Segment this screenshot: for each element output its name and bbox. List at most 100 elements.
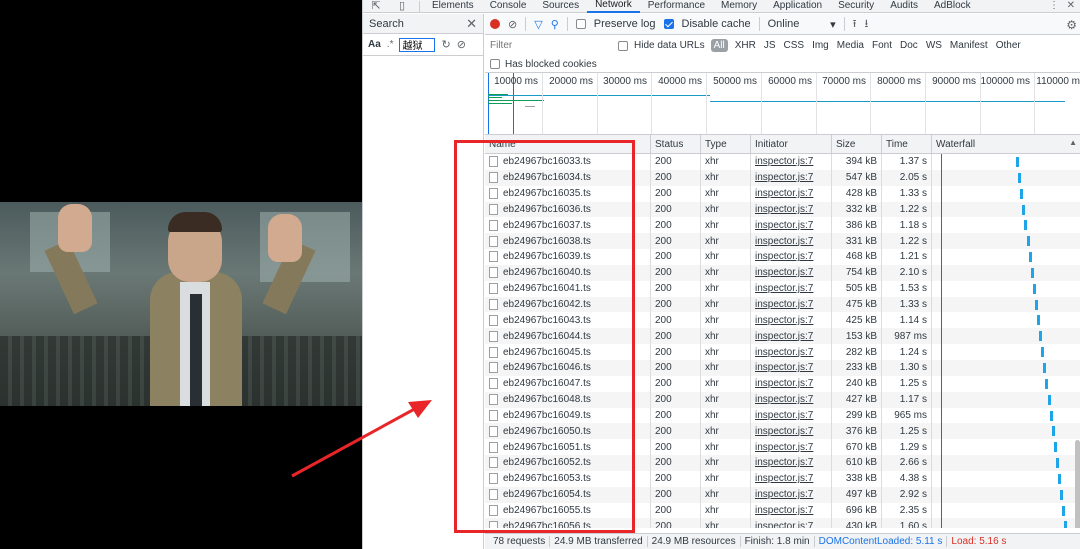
tab-sources[interactable]: Sources [534, 0, 587, 12]
initiator-link[interactable]: inspector.js:7 [755, 188, 813, 199]
blocked-cookies-checkbox[interactable] [490, 59, 500, 69]
initiator-link[interactable]: inspector.js:7 [755, 442, 813, 453]
table-row[interactable]: eb24967bc16047.ts 200 xhr inspector.js:7 240… [485, 375, 1080, 392]
tab-adblock[interactable]: AdBlock [926, 0, 979, 12]
initiator-link[interactable]: inspector.js:7 [755, 394, 813, 405]
initiator-link[interactable]: inspector.js:7 [755, 331, 813, 342]
video-player[interactable] [0, 0, 362, 549]
table-row[interactable]: eb24967bc16054.ts 200 xhr inspector.js:7 497… [485, 486, 1080, 503]
filter-input[interactable] [490, 38, 612, 53]
initiator-link[interactable]: inspector.js:7 [755, 220, 813, 231]
hide-data-urls-checkbox[interactable] [618, 40, 628, 51]
regex-toggle[interactable]: .* [387, 39, 394, 50]
table-row[interactable]: eb24967bc16051.ts 200 xhr inspector.js:7 670… [485, 439, 1080, 456]
filter-icon[interactable]: ▽ [534, 18, 542, 31]
inspect-element-icon[interactable]: ⇱ [363, 0, 389, 12]
tab-elements[interactable]: Elements [424, 0, 482, 12]
table-row[interactable]: eb24967bc16034.ts 200 xhr inspector.js:7 547… [485, 169, 1080, 186]
table-row[interactable]: eb24967bc16046.ts 200 xhr inspector.js:7 233… [485, 359, 1080, 376]
row-name-cell[interactable]: eb24967bc16052.ts [485, 455, 651, 471]
initiator-link[interactable]: inspector.js:7 [755, 315, 813, 326]
initiator-link[interactable]: inspector.js:7 [755, 267, 813, 278]
tab-application[interactable]: Application [765, 0, 830, 12]
table-row[interactable]: eb24967bc16056.ts 200 xhr inspector.js:7 430… [485, 518, 1080, 528]
row-name-cell[interactable]: eb24967bc16050.ts [485, 423, 651, 440]
table-row[interactable]: eb24967bc16055.ts 200 xhr inspector.js:7 696… [485, 502, 1080, 519]
close-devtools-icon[interactable]: ✕ [1067, 0, 1075, 11]
table-row[interactable]: eb24967bc16035.ts 200 xhr inspector.js:7 428… [485, 185, 1080, 202]
table-row[interactable]: eb24967bc16033.ts 200 xhr inspector.js:7 394… [485, 154, 1080, 170]
filter-type-media[interactable]: Media [836, 40, 865, 51]
table-row[interactable]: eb24967bc16040.ts 200 xhr inspector.js:7 754… [485, 264, 1080, 281]
row-name-cell[interactable]: eb24967bc16040.ts [485, 264, 651, 281]
header-name[interactable]: Name [485, 135, 651, 153]
table-row[interactable]: eb24967bc16044.ts 200 xhr inspector.js:7 153… [485, 328, 1080, 345]
table-row[interactable]: eb24967bc16050.ts 200 xhr inspector.js:7 376… [485, 423, 1080, 440]
row-name-cell[interactable]: eb24967bc16038.ts [485, 233, 651, 250]
table-row[interactable]: eb24967bc16053.ts 200 xhr inspector.js:7 338… [485, 470, 1080, 487]
table-row[interactable]: eb24967bc16045.ts 200 xhr inspector.js:7 282… [485, 344, 1080, 360]
row-name-cell[interactable]: eb24967bc16055.ts [485, 502, 651, 519]
initiator-link[interactable]: inspector.js:7 [755, 378, 813, 389]
network-overview[interactable]: 10000 ms 20000 ms 30000 ms 40000 ms 50000 ms… [485, 73, 1080, 135]
row-name-cell[interactable]: eb24967bc16034.ts [485, 169, 651, 186]
filter-type-ws[interactable]: WS [925, 40, 943, 51]
filter-type-other[interactable]: Other [995, 40, 1022, 51]
initiator-link[interactable]: inspector.js:7 [755, 426, 813, 437]
row-name-cell[interactable]: eb24967bc16046.ts [485, 359, 651, 376]
import-har-icon[interactable]: ⭱ [853, 15, 857, 34]
row-name-cell[interactable]: eb24967bc16049.ts [485, 407, 651, 424]
refresh-icon[interactable]: ↻ [441, 38, 450, 51]
initiator-link[interactable]: inspector.js:7 [755, 236, 813, 247]
disable-cache-checkbox[interactable] [663, 19, 674, 29]
row-name-cell[interactable]: eb24967bc16037.ts [485, 217, 651, 234]
filter-type-doc[interactable]: Doc [899, 40, 919, 51]
scrollbar-thumb[interactable] [1075, 440, 1080, 528]
initiator-link[interactable]: inspector.js:7 [755, 283, 813, 294]
row-name-cell[interactable]: eb24967bc16036.ts [485, 201, 651, 218]
clear-icon[interactable]: ⊘ [457, 38, 466, 51]
initiator-link[interactable]: inspector.js:7 [755, 299, 813, 310]
initiator-link[interactable]: inspector.js:7 [755, 410, 813, 421]
filter-type-font[interactable]: Font [871, 40, 893, 51]
filter-type-xhr[interactable]: XHR [734, 40, 757, 51]
tab-network[interactable]: Network [587, 0, 640, 13]
row-name-cell[interactable]: eb24967bc16054.ts [485, 486, 651, 503]
table-row[interactable]: eb24967bc16036.ts 200 xhr inspector.js:7 332… [485, 201, 1080, 218]
search-input[interactable] [399, 37, 436, 52]
header-initiator[interactable]: Initiator [751, 135, 832, 153]
device-toolbar-icon[interactable]: ▯ [389, 0, 415, 12]
table-row[interactable]: eb24967bc16038.ts 200 xhr inspector.js:7 331… [485, 233, 1080, 250]
table-row[interactable]: eb24967bc16037.ts 200 xhr inspector.js:7 386… [485, 217, 1080, 234]
initiator-link[interactable]: inspector.js:7 [755, 172, 813, 183]
row-name-cell[interactable]: eb24967bc16056.ts [485, 518, 651, 528]
more-options-icon[interactable]: ⋮ [1049, 0, 1059, 11]
table-row[interactable]: eb24967bc16049.ts 200 xhr inspector.js:7 299… [485, 407, 1080, 424]
row-name-cell[interactable]: eb24967bc16043.ts [485, 312, 651, 329]
table-row[interactable]: eb24967bc16048.ts 200 xhr inspector.js:7 427… [485, 391, 1080, 408]
tab-audits[interactable]: Audits [882, 0, 926, 12]
header-waterfall[interactable]: Waterfall ▲ [932, 135, 1080, 153]
tab-console[interactable]: Console [482, 0, 535, 12]
row-name-cell[interactable]: eb24967bc16039.ts [485, 249, 651, 265]
initiator-link[interactable]: inspector.js:7 [755, 489, 813, 500]
filter-type-manifest[interactable]: Manifest [949, 40, 989, 51]
preserve-log-checkbox[interactable] [575, 19, 586, 29]
initiator-link[interactable]: inspector.js:7 [755, 347, 813, 358]
row-name-cell[interactable]: eb24967bc16041.ts [485, 280, 651, 297]
row-name-cell[interactable]: eb24967bc16033.ts [485, 154, 651, 170]
initiator-link[interactable]: inspector.js:7 [755, 204, 813, 215]
tab-performance[interactable]: Performance [640, 0, 713, 12]
tab-memory[interactable]: Memory [713, 0, 765, 12]
table-row[interactable]: eb24967bc16043.ts 200 xhr inspector.js:7 425… [485, 312, 1080, 329]
clear-log-icon[interactable]: ⊘ [508, 18, 517, 31]
initiator-link[interactable]: inspector.js:7 [755, 156, 813, 167]
row-name-cell[interactable]: eb24967bc16045.ts [485, 344, 651, 360]
filter-type-css[interactable]: CSS [783, 40, 806, 51]
header-size[interactable]: Size [832, 135, 882, 153]
table-row[interactable]: eb24967bc16039.ts 200 xhr inspector.js:7 468… [485, 249, 1080, 265]
initiator-link[interactable]: inspector.js:7 [755, 521, 813, 528]
row-name-cell[interactable]: eb24967bc16051.ts [485, 439, 651, 456]
header-type[interactable]: Type [701, 135, 751, 153]
table-row[interactable]: eb24967bc16041.ts 200 xhr inspector.js:7 505… [485, 280, 1080, 297]
